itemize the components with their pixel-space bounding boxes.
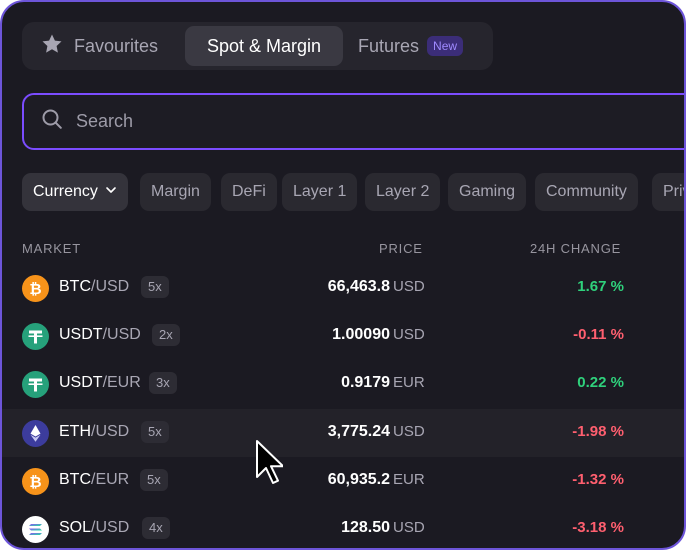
chip-label: Currency: [33, 183, 98, 200]
price-value: 1.00090: [332, 326, 390, 343]
change-value: 0.22 %: [577, 374, 624, 391]
column-header-market: MARKET: [22, 241, 81, 256]
change-value: 1.67 %: [577, 278, 624, 295]
market-pair: USDT/EUR: [59, 374, 141, 391]
svg-text:₿: ₿: [29, 473, 41, 491]
leverage-badge: 5x: [140, 469, 168, 491]
tab-futures[interactable]: Futures New: [358, 26, 488, 66]
tether-icon: [22, 371, 49, 398]
bitcoin-icon: ₿: [22, 275, 49, 302]
chip-label: Community: [546, 183, 627, 200]
leverage-badge: 5x: [141, 421, 169, 443]
market-pair: BTC/EUR: [59, 471, 130, 488]
table-row[interactable]: ₿ BTC/USD 5x 66,463.8 USD 1.67 %: [2, 264, 684, 312]
new-badge: New: [427, 36, 464, 56]
tab-favourites[interactable]: Favourites: [26, 26, 186, 66]
price-currency: USD: [393, 519, 425, 536]
price-currency: USD: [393, 278, 425, 295]
filter-defi[interactable]: DeFi: [221, 173, 277, 211]
price-currency: USD: [393, 423, 425, 440]
change-value: -1.98 %: [572, 423, 624, 440]
chip-label: DeFi: [232, 183, 266, 200]
filter-currency[interactable]: Currency: [22, 173, 128, 211]
price-value: 128.50: [341, 519, 390, 536]
chip-label: Gaming: [459, 183, 516, 200]
market-pair: BTC/USD: [59, 278, 130, 295]
tether-icon: [22, 323, 49, 350]
ethereum-icon: [22, 420, 49, 447]
leverage-badge: 3x: [149, 372, 177, 394]
bitcoin-icon: ₿: [22, 468, 49, 495]
table-row[interactable]: ₿ BTC/EUR 5x 60,935.2 EUR -1.32 %: [2, 457, 684, 505]
price-value: 0.9179: [341, 374, 390, 391]
column-header-24h-change[interactable]: 24H CHANGE: [530, 241, 621, 256]
mouse-pointer-icon: [255, 439, 284, 490]
leverage-badge: 4x: [142, 517, 170, 539]
filter-privacy[interactable]: Priv: [652, 173, 684, 211]
filter-margin[interactable]: Margin: [140, 173, 211, 211]
price-value: 66,463.8: [327, 278, 390, 295]
market-pair: ETH/USD: [59, 423, 130, 440]
column-header-price[interactable]: PRICE: [379, 241, 423, 256]
filter-community[interactable]: Community: [535, 173, 638, 211]
tab-spot-margin[interactable]: Spot & Margin: [185, 26, 343, 66]
chip-label: Layer 1: [293, 183, 347, 200]
leverage-badge: 2x: [152, 324, 180, 346]
market-pair: USDT/USD: [59, 326, 141, 343]
price-currency: EUR: [393, 374, 425, 391]
markets-panel: Favourites Spot & Margin Futures New Cur…: [0, 0, 686, 550]
svg-text:₿: ₿: [29, 280, 41, 298]
tab-label: Spot & Margin: [206, 35, 322, 56]
star-icon: [40, 32, 74, 61]
change-value: -1.32 %: [572, 471, 624, 488]
table-row[interactable]: USDT/USD 2x 1.00090 USD -0.11 %: [2, 312, 684, 360]
market-tabs: Favourites Spot & Margin Futures New: [22, 22, 493, 70]
table-row[interactable]: USDT/EUR 3x 0.9179 EUR 0.22 %: [2, 360, 684, 408]
filter-layer-2[interactable]: Layer 2: [365, 173, 441, 211]
tab-label: Futures: [358, 35, 420, 56]
chip-label: Margin: [151, 183, 200, 200]
solana-icon: [22, 516, 49, 543]
filter-layer-1[interactable]: Layer 1: [282, 173, 358, 211]
search-icon: [40, 107, 76, 136]
search-box[interactable]: [22, 93, 684, 150]
chip-label: Layer 2: [376, 183, 430, 200]
market-pair: SOL/USD: [59, 519, 130, 536]
search-input[interactable]: [76, 111, 636, 132]
leverage-badge: 5x: [141, 276, 169, 298]
tab-label: Favourites: [74, 35, 159, 56]
price-currency: EUR: [393, 471, 425, 488]
change-value: -3.18 %: [572, 519, 624, 536]
table-row[interactable]: SOL/USD 4x 128.50 USD -3.18 %: [2, 505, 684, 548]
chevron-down-icon: [98, 183, 117, 201]
filter-gaming[interactable]: Gaming: [448, 173, 527, 211]
table-row[interactable]: ETH/USD 5x 3,775.24 USD -1.98 %: [2, 409, 684, 457]
price-currency: USD: [393, 326, 425, 343]
chip-label: Priv: [663, 183, 684, 200]
change-value: -0.11 %: [573, 326, 624, 343]
